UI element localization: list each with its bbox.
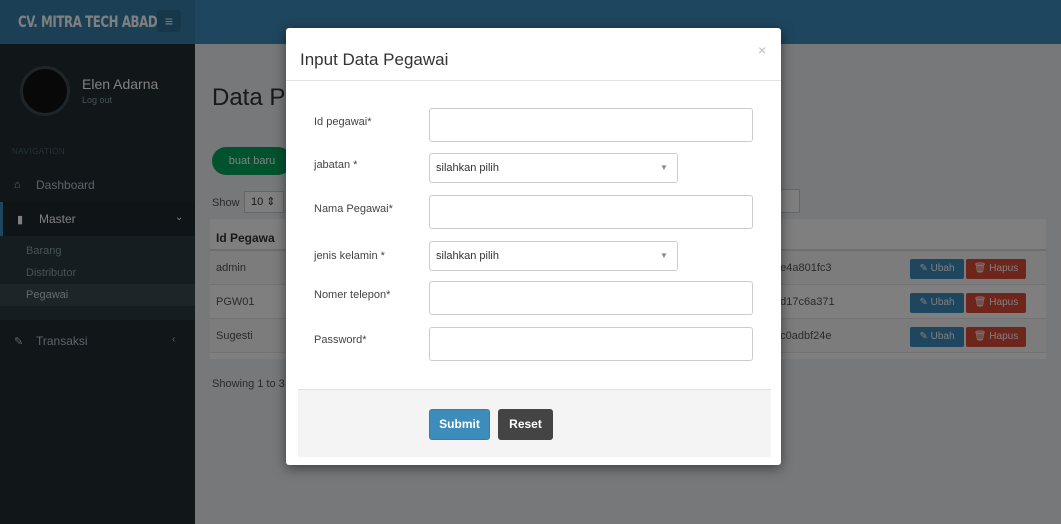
password-input[interactable] <box>429 327 753 361</box>
password-label: Password* <box>314 334 367 346</box>
jabatan-select[interactable]: silahkan pilih ▼ <box>429 153 678 183</box>
reset-button[interactable]: Reset <box>498 409 553 440</box>
id-pegawai-input[interactable] <box>429 108 753 142</box>
jenis-kelamin-selected-value: silahkan pilih <box>436 250 499 262</box>
jabatan-label: jabatan * <box>314 159 358 171</box>
modal-divider <box>286 80 781 81</box>
chevron-down-icon: ▼ <box>660 251 668 260</box>
nama-pegawai-input[interactable] <box>429 195 753 229</box>
id-pegawai-label: Id pegawai* <box>314 116 372 128</box>
jabatan-selected-value: silahkan pilih <box>436 162 499 174</box>
close-icon[interactable]: × <box>758 42 766 58</box>
nama-pegawai-label: Nama Pegawai* <box>314 203 393 215</box>
input-pegawai-modal: Input Data Pegawai × Id pegawai* jabatan… <box>286 28 781 465</box>
nomer-telepon-label: Nomer telepon* <box>314 289 391 301</box>
submit-button[interactable]: Submit <box>429 409 490 440</box>
modal-footer: Submit Reset <box>298 389 771 457</box>
nomer-telepon-input[interactable] <box>429 281 753 315</box>
jenis-kelamin-select[interactable]: silahkan pilih ▼ <box>429 241 678 271</box>
chevron-down-icon: ▼ <box>660 163 668 172</box>
jenis-kelamin-label: jenis kelamin * <box>314 250 385 262</box>
modal-title: Input Data Pegawai <box>300 50 449 69</box>
